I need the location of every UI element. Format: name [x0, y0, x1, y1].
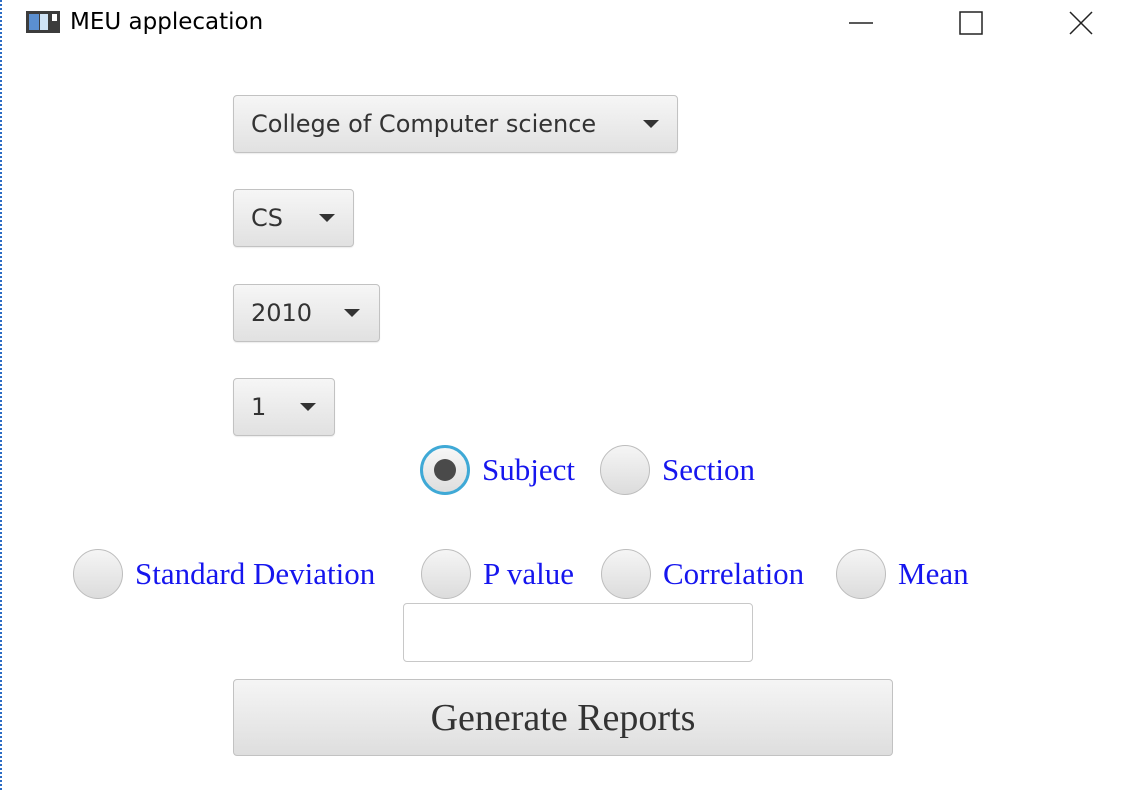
section-radio-circle[interactable]: [600, 445, 650, 495]
maximize-button[interactable]: [926, 0, 1016, 46]
level-dropdown[interactable]: 1: [233, 378, 335, 436]
college-dropdown[interactable]: College of Computer science: [233, 95, 678, 153]
p-value-radio-label[interactable]: P value: [483, 547, 574, 601]
chevron-down-icon: [344, 309, 360, 317]
radio-selected-dot: [434, 459, 456, 481]
mean-radio[interactable]: Mean: [836, 547, 969, 601]
year-dropdown[interactable]: 2010: [233, 284, 380, 342]
mean-radio-circle[interactable]: [836, 549, 886, 599]
subject-radio[interactable]: Subject: [420, 443, 575, 497]
standard-deviation-radio-label[interactable]: Standard Deviation: [135, 547, 375, 601]
window-title: MEU applecation: [70, 9, 264, 35]
correlation-radio[interactable]: Correlation: [601, 547, 804, 601]
correlation-radio-label[interactable]: Correlation: [663, 547, 804, 601]
chevron-down-icon: [319, 214, 335, 222]
title-bar[interactable]: MEU applecation: [4, 0, 1132, 46]
section-radio-label[interactable]: Section: [662, 443, 755, 497]
department-dropdown-value: CS: [251, 204, 283, 232]
mean-radio-label[interactable]: Mean: [898, 547, 969, 601]
close-icon: [1069, 11, 1093, 35]
generate-reports-button[interactable]: Generate Reports: [233, 679, 893, 756]
standard-deviation-radio-circle[interactable]: [73, 549, 123, 599]
minimize-icon: [849, 22, 873, 24]
chevron-down-icon: [300, 403, 316, 411]
chevron-down-icon: [643, 120, 659, 128]
app-window: MEU applecation College of Computer scie…: [0, 0, 1132, 790]
year-dropdown-value: 2010: [251, 299, 313, 327]
department-dropdown[interactable]: CS: [233, 189, 354, 247]
p-value-radio-circle[interactable]: [421, 549, 471, 599]
subject-radio-label[interactable]: Subject: [482, 443, 575, 497]
standard-deviation-radio[interactable]: Standard Deviation: [73, 547, 375, 601]
correlation-radio-circle[interactable]: [601, 549, 651, 599]
p-value-radio[interactable]: P value: [421, 547, 574, 601]
section-radio[interactable]: Section: [600, 443, 755, 497]
subject-radio-circle[interactable]: [420, 445, 470, 495]
app-window-icon: [26, 11, 60, 33]
result-text-field[interactable]: [403, 603, 753, 662]
maximize-icon: [959, 11, 983, 35]
level-dropdown-value: 1: [251, 393, 267, 421]
minimize-button[interactable]: [816, 0, 906, 46]
college-dropdown-value: College of Computer science: [251, 110, 597, 138]
close-button[interactable]: [1036, 0, 1126, 46]
